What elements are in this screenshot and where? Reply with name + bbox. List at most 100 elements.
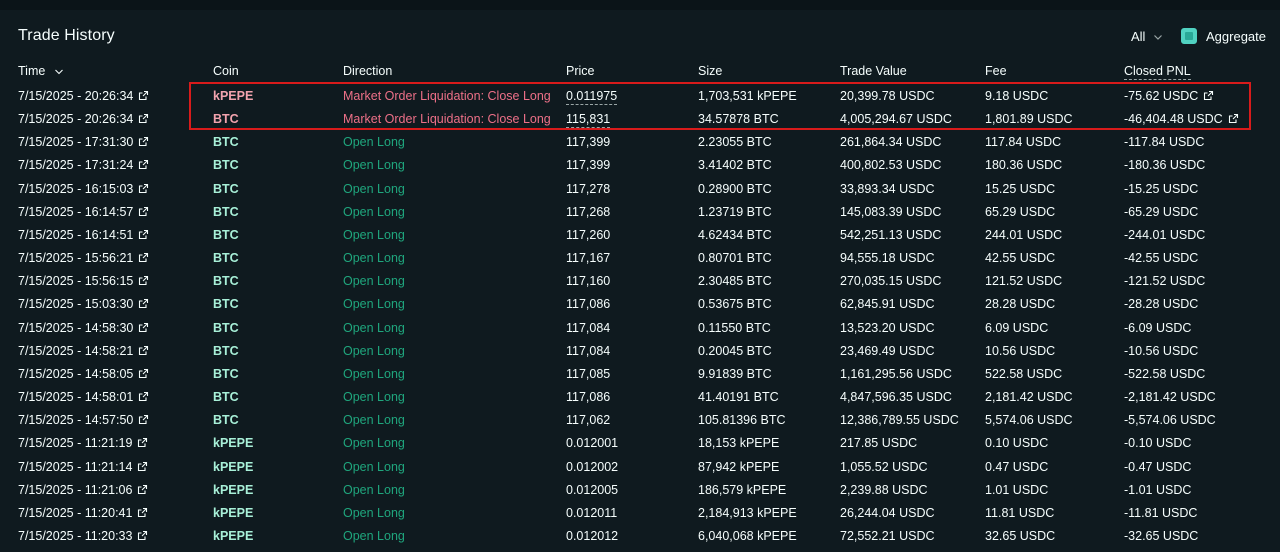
closed-pnl-text: -15.25 USDC <box>1124 181 1199 196</box>
external-link-icon[interactable] <box>1203 90 1214 101</box>
trade-direction: Open Long <box>343 459 405 474</box>
coin-symbol: BTC <box>213 158 239 173</box>
trade-size: 1.23719 BTC <box>698 204 772 219</box>
trade-time: 7/15/2025 - 14:58:21 <box>18 344 149 358</box>
trade-direction: Open Long <box>343 158 405 173</box>
coin-symbol: BTC <box>213 274 239 289</box>
closed-pnl-text: -42.55 USDC <box>1124 251 1199 266</box>
trade-size: 1,703,531 kPEPE <box>698 89 797 103</box>
closed-pnl: -244.01 USDC <box>1124 228 1205 242</box>
trade-direction: Open Long <box>343 390 405 405</box>
table-header: Time Coin Direction Price Size Trade Val… <box>0 64 1280 82</box>
table-row: 7/15/2025 - 17:31:24 BTC Open Long 117,399 3… <box>0 155 1280 178</box>
trade-size: 4.62434 BTC <box>698 227 772 242</box>
external-link-icon[interactable] <box>138 298 149 309</box>
trade-size: 6,040,068 kPEPE <box>698 529 797 544</box>
external-link-icon[interactable] <box>138 136 149 147</box>
trade-direction: Open Long <box>343 413 405 428</box>
trade-fee: 32.65 USDC <box>985 529 1056 544</box>
coin-symbol: BTC <box>213 390 239 405</box>
sort-chevron-icon[interactable] <box>54 67 64 77</box>
table-row: 7/15/2025 - 16:15:03 BTC Open Long 117,278 0… <box>0 179 1280 202</box>
trade-direction: Open Long <box>343 274 405 289</box>
external-link-icon[interactable] <box>138 159 149 170</box>
trade-fee: 15.25 USDC <box>985 181 1056 196</box>
coin-symbol: kPEPE <box>213 482 254 497</box>
aggregate-label: Aggregate <box>1206 28 1266 44</box>
table-row: 7/15/2025 - 14:58:05 BTC Open Long 117,085 9… <box>0 364 1280 387</box>
trade-price: 0.012012 <box>566 529 619 544</box>
trade-time: 7/15/2025 - 14:58:30 <box>18 321 149 335</box>
external-link-icon[interactable] <box>138 322 149 333</box>
trade-value: 72,552.21 USDC <box>840 529 935 544</box>
table-row: 7/15/2025 - 14:58:30 BTC Open Long 117,084 0… <box>0 318 1280 341</box>
trade-price: 0.012001 <box>566 436 619 451</box>
aggregate-checkbox[interactable] <box>1181 28 1197 44</box>
closed-pnl-text: -121.52 USDC <box>1124 274 1206 289</box>
external-link-icon[interactable] <box>138 90 149 101</box>
trade-price: 0.012011 <box>566 505 618 520</box>
trade-fee: 522.58 USDC <box>985 366 1063 381</box>
trade-size: 0.80701 BTC <box>698 251 772 266</box>
coin-symbol: kPEPE <box>213 436 254 451</box>
trade-value: 62,845.91 USDC <box>840 297 935 312</box>
closed-pnl-text: -244.01 USDC <box>1124 227 1206 242</box>
coin-symbol: kPEPE <box>213 529 254 544</box>
table-row: 7/15/2025 - 16:14:57 BTC Open Long 117,268 1… <box>0 202 1280 225</box>
external-link-icon[interactable] <box>138 206 149 217</box>
external-link-icon[interactable] <box>138 252 149 263</box>
filter-dropdown[interactable]: All <box>1131 29 1163 44</box>
external-link-icon[interactable] <box>137 484 148 495</box>
external-link-icon[interactable] <box>138 113 149 124</box>
trade-time-text: 7/15/2025 - 14:58:30 <box>18 320 134 335</box>
closed-pnl: -32.65 USDC <box>1124 529 1198 543</box>
closed-pnl-text: -46,404.48 USDC <box>1124 112 1223 127</box>
trade-history-panel: Trade History All Aggregate Time Coin Di… <box>0 10 1280 552</box>
trade-price: 117,399 <box>566 158 611 173</box>
chevron-down-icon <box>1154 34 1163 40</box>
column-header-closed-pnl[interactable]: Closed PNL <box>1124 64 1191 80</box>
external-link-icon[interactable] <box>138 391 149 402</box>
column-header-time[interactable]: Time <box>18 64 64 78</box>
trade-value: 1,161,295.56 USDC <box>840 366 952 381</box>
trade-fee: 1.01 USDC <box>985 482 1049 497</box>
trade-price[interactable]: 115,831 <box>566 112 611 129</box>
external-link-icon[interactable] <box>138 183 149 194</box>
column-header-direction: Direction <box>343 64 393 78</box>
aggregate-toggle[interactable]: Aggregate <box>1181 28 1266 44</box>
external-link-icon[interactable] <box>138 368 149 379</box>
trade-time: 7/15/2025 - 20:26:34 <box>18 112 149 126</box>
trade-size: 0.20045 BTC <box>698 343 772 358</box>
trade-price: 117,167 <box>566 251 611 266</box>
trade-size: 2.23055 BTC <box>698 135 772 150</box>
external-link-icon[interactable] <box>137 437 148 448</box>
closed-pnl-text: -11.81 USDC <box>1124 505 1198 520</box>
external-link-icon[interactable] <box>137 461 148 472</box>
external-link-icon[interactable] <box>138 345 149 356</box>
trade-price: 117,268 <box>566 204 611 219</box>
external-link-icon[interactable] <box>1228 113 1239 124</box>
closed-pnl-text: -522.58 USDC <box>1124 366 1206 381</box>
trade-value: 23,469.49 USDC <box>840 343 935 358</box>
external-link-icon[interactable] <box>137 507 148 518</box>
trade-price[interactable]: 0.011975 <box>566 89 618 105</box>
closed-pnl: -0.10 USDC <box>1124 436 1191 450</box>
panel-title: Trade History <box>18 27 115 44</box>
closed-pnl: -15.25 USDC <box>1124 182 1198 196</box>
external-link-icon[interactable] <box>138 229 149 240</box>
table-row: 7/15/2025 - 11:21:19 kPEPE Open Long 0.0120… <box>0 433 1280 456</box>
external-link-icon[interactable] <box>138 275 149 286</box>
trade-time-text: 7/15/2025 - 15:56:15 <box>18 274 134 289</box>
trade-time: 7/15/2025 - 15:56:15 <box>18 274 149 288</box>
coin-symbol: BTC <box>213 181 239 196</box>
trade-time-text: 7/15/2025 - 11:21:06 <box>18 482 133 497</box>
trade-value: 270,035.15 USDC <box>840 274 942 289</box>
trade-time-text: 7/15/2025 - 15:03:30 <box>18 297 134 312</box>
trade-time: 7/15/2025 - 16:14:57 <box>18 205 149 219</box>
trade-fee: 10.56 USDC <box>985 343 1056 358</box>
external-link-icon[interactable] <box>137 530 148 541</box>
table-row: 7/15/2025 - 15:56:21 BTC Open Long 117,167 0… <box>0 248 1280 271</box>
external-link-icon[interactable] <box>138 414 149 425</box>
trade-size: 87,942 kPEPE <box>698 459 780 474</box>
trade-time: 7/15/2025 - 16:14:51 <box>18 228 149 242</box>
